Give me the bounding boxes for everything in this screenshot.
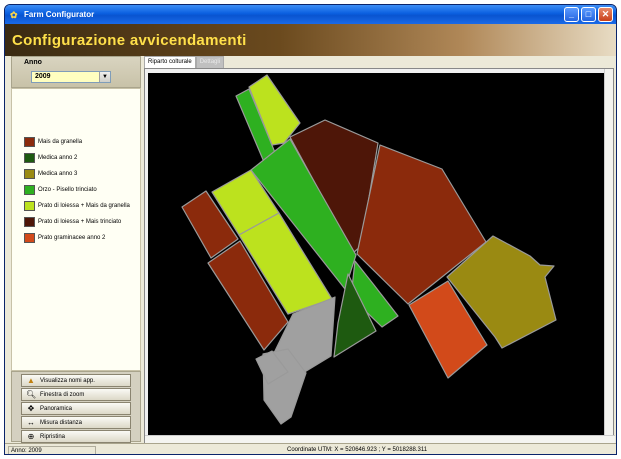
map-frame xyxy=(144,68,615,446)
year-value: 2009 xyxy=(35,73,51,80)
vertical-scrollbar[interactable] xyxy=(604,69,613,446)
tool-label: Ripristina xyxy=(40,433,66,440)
pan-button[interactable]: ✥ Panoramica xyxy=(21,402,131,415)
legend-item: Medica anno 2 xyxy=(24,153,77,163)
window-controls: _ □ ✕ xyxy=(564,7,613,22)
left-panel: Anno 2009 ▼ Mais da granella Medica anno… xyxy=(11,56,141,443)
page-title: Configurazione avvicendamenti xyxy=(12,31,247,49)
legend-label: Prato di loiessa + Mais trinciato xyxy=(38,219,122,225)
legend-swatch xyxy=(24,185,35,195)
reset-view-button[interactable]: ⊕ Ripristina xyxy=(21,430,131,443)
maximize-button[interactable]: □ xyxy=(581,7,596,22)
legend-item: Medica anno 3 xyxy=(24,169,77,179)
legend-item: Mais da granella xyxy=(24,137,82,147)
tool-label: Panoramica xyxy=(40,405,73,412)
legend-item: Prato di loiessa + Mais da granella xyxy=(24,201,130,211)
ruler-icon: ↔ xyxy=(27,418,35,427)
chevron-down-icon[interactable]: ▼ xyxy=(99,72,110,82)
legend-label: Mais da granella xyxy=(38,139,83,145)
crop-legend: Mais da granella Medica anno 2 Medica an… xyxy=(11,88,141,371)
legend-item: Orzo - Pisello trinciato xyxy=(24,185,97,195)
legend-item: Prato graminacee anno 2 xyxy=(24,233,105,243)
legend-swatch xyxy=(24,153,35,163)
reset-icon: ⊕ xyxy=(27,432,35,441)
legend-label: Prato di loiessa + Mais da granella xyxy=(38,203,130,209)
year-label: Anno xyxy=(24,59,42,66)
app-icon: ✿ xyxy=(10,9,18,20)
tab-crop-distribution[interactable]: Riparto colturale xyxy=(144,56,196,68)
close-button[interactable]: ✕ xyxy=(598,7,613,22)
legend-label: Medica anno 3 xyxy=(38,171,78,177)
tool-label: Finestra di zoom xyxy=(40,391,85,398)
legend-swatch xyxy=(24,137,35,147)
tool-label: Misura distanza xyxy=(40,419,83,426)
map-tools-panel: ▲ Visualizza nomi app. 🔍︎ Finestra di zo… xyxy=(11,371,141,443)
status-bar: Anno: 2009 Coordinate UTM: X = 520646.92… xyxy=(5,443,616,454)
legend-swatch xyxy=(24,169,35,179)
status-year: Anno: 2009 xyxy=(8,446,96,454)
legend-label: Medica anno 2 xyxy=(38,155,78,161)
app-window: ✿ Farm Configurator _ □ ✕ Configurazione… xyxy=(4,4,617,455)
names-icon: ▲ xyxy=(27,376,35,385)
legend-swatch xyxy=(24,233,35,243)
minimize-button[interactable]: _ xyxy=(564,7,579,22)
year-selector-panel: Anno 2009 ▼ xyxy=(11,56,141,88)
tab-bar: Riparto colturale Dettagli xyxy=(144,56,225,68)
legend-swatch xyxy=(24,201,35,211)
header-banner: Configurazione avvicendamenti xyxy=(5,24,616,56)
map-area: Riparto colturale Dettagli xyxy=(144,56,616,446)
legend-label: Prato graminacee anno 2 xyxy=(38,235,106,241)
window-title: Farm Configurator xyxy=(24,10,95,19)
tab-details[interactable]: Dettagli xyxy=(195,56,225,68)
zoom-icon: 🔍︎ xyxy=(26,390,37,399)
title-bar: ✿ Farm Configurator _ □ ✕ xyxy=(5,5,616,24)
tool-label: Visualizza nomi app. xyxy=(40,377,95,384)
legend-swatch xyxy=(24,217,35,227)
farm-map[interactable] xyxy=(148,73,605,435)
year-select[interactable]: 2009 ▼ xyxy=(31,71,111,83)
legend-item: Prato di loiessa + Mais trinciato xyxy=(24,217,121,227)
show-names-button[interactable]: ▲ Visualizza nomi app. xyxy=(21,374,131,387)
legend-label: Orzo - Pisello trinciato xyxy=(38,187,97,193)
measure-distance-button[interactable]: ↔ Misura distanza xyxy=(21,416,131,429)
pan-icon: ✥ xyxy=(27,404,35,413)
zoom-window-button[interactable]: 🔍︎ Finestra di zoom xyxy=(21,388,131,401)
status-coordinates: Coordinate UTM: X = 520646.923 ; Y = 501… xyxy=(287,447,428,453)
